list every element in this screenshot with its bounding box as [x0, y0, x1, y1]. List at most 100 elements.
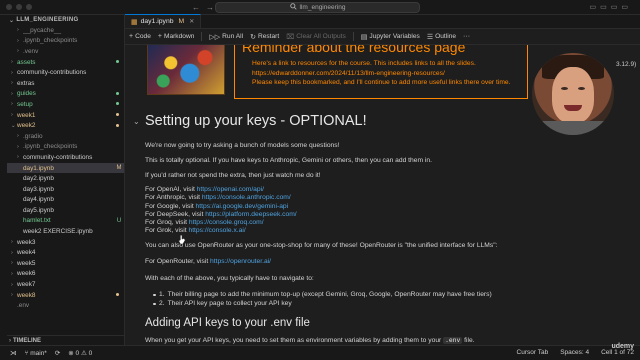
file-item[interactable]: .env [7, 300, 124, 311]
folder-item[interactable]: › week3 [7, 237, 124, 248]
tab-day1-notebook[interactable]: ▦ day1.ipynb M ✕ [125, 14, 202, 28]
close-window-icon[interactable] [6, 4, 12, 10]
file-item[interactable]: day4.ipynb [7, 195, 124, 206]
layout-controls[interactable]: ▭▭▭▭ [590, 3, 632, 11]
presenter-face [552, 67, 594, 123]
outline-button[interactable]: ☰ Outline [427, 33, 456, 41]
provider-link-prefix: For OpenAI, visit [145, 186, 197, 193]
provider-link[interactable]: https://console.groq.com/ [189, 219, 264, 226]
provider-link[interactable]: https://console.anthropic.com/ [202, 194, 291, 201]
file-name: assets [17, 58, 36, 66]
provider-link-prefix: For Anthropic, visit [145, 194, 202, 202]
folder-item[interactable]: › .ipynb_checkpoints [7, 142, 124, 153]
cursor-tab-status[interactable]: Cursor Tab [517, 349, 549, 356]
provider-link-prefix: For Groq, visit [145, 219, 189, 227]
kernel-version[interactable]: 3.12.9) [616, 61, 636, 68]
folder-item[interactable]: › .ipynb_checkpoints [7, 36, 124, 47]
resources-link[interactable]: https://edwarddonner.com/2024/11/13/llm-… [252, 69, 534, 79]
add-markdown-label: Markdown [163, 33, 195, 40]
provider-link[interactable]: https://ai.google.dev/gemini-api [196, 203, 289, 210]
folder-item[interactable]: › setup [7, 99, 124, 110]
window-controls[interactable] [6, 4, 32, 10]
file-item[interactable]: day2.ipynb [7, 173, 124, 184]
command-center-search[interactable]: llm_engineering [215, 2, 420, 13]
provider-link-line: For Anthropic, visit https://console.ant… [145, 194, 297, 202]
folder-item[interactable]: › week6 [7, 269, 124, 280]
folder-item[interactable]: › guides [7, 89, 124, 100]
collapse-section-icon[interactable]: ⌄ [133, 117, 140, 126]
file-name: .env [17, 302, 30, 310]
jupyter-variables-button[interactable]: ▤ Jupyter Variables [361, 33, 420, 41]
plus-icon: + [129, 33, 134, 40]
problems-indicator[interactable]: ⊗ 0 ⚠ 0 [68, 349, 92, 357]
folder-item[interactable]: › week4 [7, 247, 124, 258]
file-item[interactable]: day5.ipynb [7, 205, 124, 216]
chevron-right-icon: › [9, 337, 11, 344]
folder-item[interactable]: ⌄ week2 [7, 120, 124, 131]
provider-link-line: For Grok, visit https://console.x.ai/ [145, 227, 297, 235]
maximize-window-icon[interactable] [26, 4, 32, 10]
file-name: week5 [17, 259, 36, 267]
folder-item[interactable]: › __pycache__ [7, 25, 124, 36]
clear-icon: ⌧ [286, 33, 295, 41]
paragraph: You can also use OpenRouter as your one-… [145, 242, 498, 249]
folder-item[interactable]: › week5 [7, 258, 124, 269]
file-item[interactable]: day3.ipynb [7, 184, 124, 195]
clear-outputs-button[interactable]: ⌧ Clear All Outputs [286, 33, 346, 41]
file-name: __pycache__ [23, 26, 62, 34]
minimize-window-icon[interactable] [16, 4, 22, 10]
file-name: setup [17, 100, 33, 108]
git-status-dot [114, 101, 124, 107]
explorer-sidebar: ⌄ LLM_ENGINEERING › __pycache__ › .ipynb_ch… [7, 15, 125, 345]
search-text: llm_engineering [299, 4, 346, 11]
file-item[interactable]: hamlet.txt U [7, 216, 124, 227]
cell-position-status[interactable]: Cell 1 of 72 [601, 349, 634, 356]
folder-item[interactable]: › community-contributions [7, 152, 124, 163]
spaces-status[interactable]: Spaces: 4 [560, 349, 589, 356]
presenter-shirt [532, 121, 614, 135]
provider-link[interactable]: https://platform.deepseek.com/ [205, 211, 296, 218]
file-name: .ipynb_checkpoints [23, 143, 78, 151]
folder-item[interactable]: › .gradio [7, 131, 124, 142]
mouse-cursor-icon [178, 235, 186, 245]
run-all-button[interactable]: ▷▷ Run All [209, 33, 243, 41]
git-branch[interactable]: ⑂ main* [25, 350, 47, 357]
more-actions-button[interactable]: ··· [463, 33, 470, 40]
folder-item[interactable]: › extras [7, 78, 124, 89]
folder-item[interactable]: › week7 [7, 279, 124, 290]
file-name: week1 [17, 111, 36, 119]
folder-item[interactable]: › community-contributions [7, 67, 124, 78]
branch-label: main* [30, 349, 47, 357]
outline-label: Outline [435, 33, 457, 40]
provider-link-line: For DeepSeek, visit https://platform.dee… [145, 211, 297, 219]
timeline-label: TIMELINE [13, 337, 41, 344]
title-bar: ←→ llm_engineering ▭▭▭▭ [0, 0, 640, 15]
sync-icon[interactable]: ⟳ [55, 349, 60, 357]
file-name: community-contributions [17, 69, 87, 77]
provider-link[interactable]: https://openai.com/api/ [197, 186, 264, 193]
restart-button[interactable]: ↻ Restart [250, 33, 279, 41]
remote-icon[interactable]: ⋊ [10, 349, 17, 357]
file-item[interactable]: week2 EXERCISE.ipynb [7, 226, 124, 237]
file-name: day3.ipynb [23, 185, 54, 193]
file-name: week8 [17, 291, 36, 299]
add-markdown-cell-button[interactable]: + Markdown [158, 33, 195, 40]
folder-item[interactable]: › week1 [7, 110, 124, 121]
udemy-watermark: udemy [611, 343, 634, 350]
file-name: .venv [23, 47, 39, 55]
explorer-root-header[interactable]: ⌄ LLM_ENGINEERING [7, 15, 124, 25]
folder-item[interactable]: › .venv [7, 46, 124, 57]
resources-line: Here's a link to resources for the cours… [252, 60, 476, 67]
provider-link[interactable]: https://console.x.ai/ [188, 227, 245, 234]
file-item[interactable]: day1.ipynb M [7, 162, 124, 174]
folder-item[interactable]: › assets [7, 57, 124, 68]
file-name: day2.ipynb [23, 175, 54, 183]
add-code-cell-button[interactable]: + Code [129, 33, 151, 40]
git-status-dot [114, 292, 124, 298]
chevron-down-icon: ⌄ [9, 17, 15, 24]
openrouter-link[interactable]: https://openrouter.ai/ [210, 258, 271, 265]
timeline-header[interactable]: › TIMELINE [7, 335, 124, 345]
close-tab-icon[interactable]: ✕ [189, 18, 194, 25]
folder-item[interactable]: › week8 [7, 290, 124, 301]
editor-tab-bar: ▦ day1.ipynb M ✕ [125, 14, 640, 29]
